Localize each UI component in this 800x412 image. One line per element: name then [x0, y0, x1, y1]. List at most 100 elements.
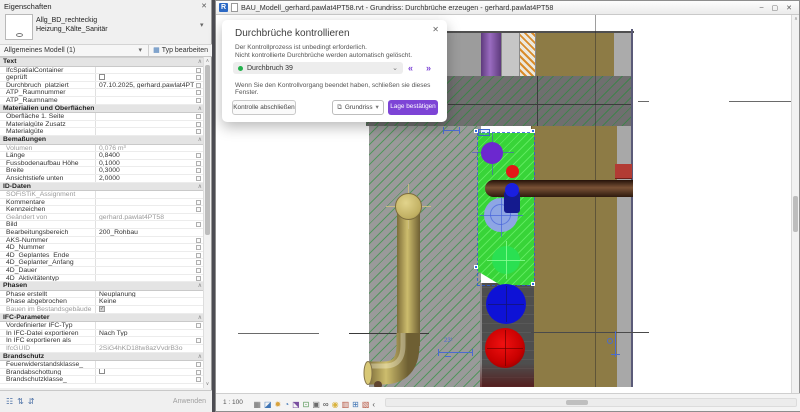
property-value[interactable]: 0,1000: [95, 160, 194, 167]
section-header[interactable]: Phasen∧: [0, 282, 205, 291]
collapse-bar-icon[interactable]: ‹: [372, 400, 375, 409]
associate-parameter-button[interactable]: [196, 161, 201, 166]
scroll-up-icon[interactable]: ∧: [792, 16, 800, 22]
property-value[interactable]: Keine: [95, 298, 194, 305]
crop-view-icon[interactable]: ⊡: [303, 400, 310, 409]
property-value[interactable]: [95, 322, 194, 329]
property-value[interactable]: [95, 275, 194, 282]
previous-opening-button[interactable]: «: [408, 62, 413, 74]
section-header[interactable]: ID-Daten∧: [0, 183, 205, 192]
next-opening-button[interactable]: »: [426, 62, 431, 74]
section-header[interactable]: Materialien und Oberflächen∧: [0, 105, 205, 114]
close-icon[interactable]: ✕: [201, 0, 207, 13]
confirm-location-button[interactable]: Lage bestätigen: [388, 100, 438, 115]
wall-insulation[interactable]: [519, 33, 536, 76]
property-value[interactable]: Nach Typ: [95, 330, 194, 337]
property-value[interactable]: [95, 74, 194, 81]
scroll-thumb[interactable]: [205, 65, 210, 235]
associate-parameter-button[interactable]: [196, 75, 201, 80]
selection-grip[interactable]: [474, 265, 478, 269]
associate-parameter-button[interactable]: [196, 253, 201, 258]
selection-grip[interactable]: [531, 282, 535, 286]
horizontal-scrollbar[interactable]: [385, 398, 797, 407]
associate-parameter-button[interactable]: [196, 276, 201, 281]
wall-layer-purple[interactable]: [481, 33, 501, 76]
checkbox[interactable]: [99, 74, 105, 80]
wall-layer-light[interactable]: [501, 33, 519, 76]
property-value[interactable]: [95, 113, 194, 120]
property-value[interactable]: [95, 67, 194, 74]
property-value[interactable]: 0,3000: [95, 167, 194, 174]
associate-parameter-button[interactable]: [196, 323, 201, 328]
collapse-icon[interactable]: ∧: [198, 282, 202, 290]
property-value[interactable]: [95, 121, 194, 128]
collapse-icon[interactable]: ∧: [198, 136, 202, 144]
property-value[interactable]: [95, 206, 194, 213]
scroll-up-icon[interactable]: ∧: [204, 58, 211, 64]
collapse-icon[interactable]: ∧: [198, 353, 202, 361]
property-value[interactable]: 0,8400: [95, 152, 194, 159]
associate-parameter-button[interactable]: [196, 176, 201, 181]
property-value[interactable]: [95, 337, 194, 344]
finish-control-button[interactable]: Kontrolle abschließen: [232, 100, 296, 115]
property-value[interactable]: Neuplanung: [95, 291, 194, 298]
constraints-icon[interactable]: ▧: [362, 400, 370, 409]
rendering-icon[interactable]: ⬔: [292, 400, 300, 409]
associate-parameter-button[interactable]: [196, 122, 201, 127]
property-value[interactable]: [95, 97, 194, 104]
collapse-icon[interactable]: ∧: [198, 58, 202, 66]
property-value[interactable]: [95, 252, 194, 259]
reveal-hidden-icon[interactable]: ◉: [332, 400, 339, 409]
associate-parameter-button[interactable]: [196, 83, 201, 88]
panel-scrollbar[interactable]: ∧ ∨: [203, 57, 210, 388]
associate-parameter-button[interactable]: [196, 207, 201, 212]
edit-type-button[interactable]: ▦ Typ bearbeiten: [148, 45, 212, 56]
associate-parameter-button[interactable]: [196, 377, 201, 382]
collapse-icon[interactable]: ∧: [198, 314, 202, 322]
wall-layer-tan-top[interactable]: [536, 33, 614, 76]
section-header[interactable]: Bemaßungen∧: [0, 136, 205, 145]
associate-parameter-button[interactable]: [196, 98, 201, 103]
property-value[interactable]: [95, 221, 194, 228]
property-value[interactable]: 200_Rohbau: [95, 229, 194, 236]
associate-parameter-button[interactable]: [196, 200, 201, 205]
properties-filter-icon[interactable]: ☷: [6, 397, 13, 406]
sort-ascending-icon[interactable]: ⇅: [17, 397, 24, 406]
associate-parameter-button[interactable]: [196, 338, 201, 343]
property-value[interactable]: [95, 267, 194, 274]
associate-parameter-button[interactable]: [196, 153, 201, 158]
associate-parameter-button[interactable]: [196, 245, 201, 250]
associate-parameter-button[interactable]: [196, 222, 201, 227]
chevron-down-icon[interactable]: ▾: [139, 45, 149, 56]
temporary-hide-icon[interactable]: ∞: [323, 400, 329, 409]
associate-parameter-button[interactable]: [196, 90, 201, 95]
property-value[interactable]: [95, 199, 194, 206]
temporary-view-icon[interactable]: ▥: [342, 400, 350, 409]
scroll-thumb[interactable]: [793, 196, 798, 232]
category-select[interactable]: Allgemeines Modell (1): [0, 45, 139, 56]
section-header[interactable]: Text∧: [0, 58, 205, 67]
chevron-down-icon[interactable]: ▾: [200, 13, 212, 43]
scale-button[interactable]: 1 : 100: [220, 398, 246, 407]
pipe-section-red-small[interactable]: [506, 165, 519, 178]
vertical-scrollbar[interactable]: ∧: [791, 15, 799, 395]
scroll-down-icon[interactable]: ∨: [204, 381, 211, 387]
pipe-section-purple[interactable]: [481, 142, 503, 164]
pipe-flange[interactable]: [395, 193, 422, 220]
property-value[interactable]: [95, 369, 194, 376]
property-value[interactable]: [95, 128, 194, 135]
selection-grip[interactable]: [531, 129, 535, 133]
sort-groups-icon[interactable]: ⇵: [28, 397, 35, 406]
property-value[interactable]: [95, 237, 194, 244]
pipe-section-blue-small[interactable]: [505, 183, 519, 197]
checkbox[interactable]: ✓: [99, 306, 105, 312]
collapse-icon[interactable]: ∧: [198, 183, 202, 191]
shadows-icon[interactable]: ◔: [284, 400, 289, 409]
red-fitting[interactable]: [615, 164, 632, 179]
show-crop-icon[interactable]: ▣: [312, 400, 320, 409]
collapse-icon[interactable]: ∧: [198, 105, 202, 113]
view-mode-button[interactable]: ⧉ Grundriss ▾: [332, 100, 384, 115]
property-value[interactable]: [95, 259, 194, 266]
associate-parameter-button[interactable]: [196, 260, 201, 265]
scroll-thumb[interactable]: [566, 400, 588, 405]
